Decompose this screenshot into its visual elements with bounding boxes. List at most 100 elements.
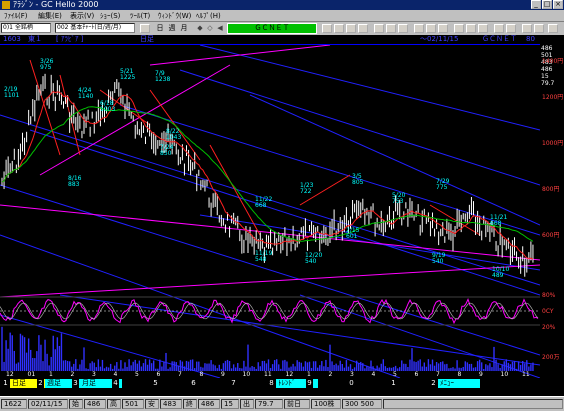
tool-icon-12[interactable] — [466, 24, 476, 33]
market-select[interactable]: 0)1 全銘柄 — [1, 23, 51, 33]
x-axis-label: 9 — [479, 371, 483, 378]
tool-icon-17[interactable] — [534, 24, 544, 33]
status-unit: 100株 — [311, 399, 341, 409]
y-label-600: 600円 — [542, 232, 560, 239]
status-volume-label: 出 — [240, 399, 254, 409]
price-annotation-value: 540 — [305, 258, 317, 265]
tool-icon-16[interactable] — [522, 24, 532, 33]
trend-line-blue — [179, 69, 541, 186]
menu-edit[interactable]: 編集(E) — [38, 10, 62, 22]
y-label-80pct: 80% — [542, 292, 556, 299]
function-key-number: 1 — [2, 379, 9, 388]
status-range: 300 500 — [342, 399, 382, 409]
menu-file[interactable]: ﾌｧｲﾙ(F) — [4, 10, 28, 22]
header-suffix: 80 — [526, 35, 535, 43]
month-button[interactable]: 月 — [179, 23, 189, 33]
window-title: ｱﾗｼﾞﾝ - GC Hello 2000 — [13, 0, 99, 9]
chart-type-select[interactable]: 002 基本ﾁｬｰﾄ(日/週/月) — [55, 23, 135, 33]
gcnet-button[interactable]: ＧＣＮＥＴ — [227, 23, 317, 34]
title-bar: ｱﾗｼﾞﾝ - GC Hello 2000 _ □ × — [0, 0, 564, 10]
menu-show[interactable]: ｼｮｰ(S) — [100, 10, 120, 22]
status-blank — [383, 399, 563, 409]
x-axis-label: 6 — [415, 371, 419, 378]
tool-icon-4[interactable] — [358, 24, 368, 33]
close-button[interactable]: × — [553, 0, 563, 9]
trend-line-magenta — [39, 64, 231, 176]
x-axis-label: 5 — [135, 371, 139, 378]
tool-icon-3[interactable] — [346, 24, 356, 33]
function-key-number: 0 — [348, 379, 355, 388]
x-axis-label: 12 — [6, 371, 14, 378]
price-annotation-value: 1238 — [155, 76, 170, 83]
tool-icon-15[interactable] — [506, 24, 516, 33]
tool-icon-8[interactable] — [414, 24, 424, 33]
status-date: 02/11/15 — [28, 399, 68, 409]
function-key-number: 2 — [37, 379, 44, 388]
price-annotation-value: 722 — [300, 188, 312, 195]
x-axis-label: 1 — [49, 371, 53, 378]
price-annotation-value: 668 — [490, 220, 502, 227]
price-annotation-value: 975 — [40, 64, 52, 71]
toolbar: 0)1 全銘柄 002 基本ﾁｬｰﾄ(日/週/月) 日 週 月 ◆ ◇ ◀ ＧＣ… — [0, 22, 564, 35]
x-axis-label: 3 — [350, 371, 354, 378]
status-close-label: 終 — [183, 399, 197, 409]
status-high-label: 高 — [107, 399, 121, 409]
nav-left-icon[interactable]: ◀ — [216, 23, 224, 33]
menu-window[interactable]: ｳｨﾝﾄﾞｳ(W) — [158, 10, 191, 22]
price-annotation-value: 883 — [68, 181, 80, 188]
tool-icon-1[interactable] — [322, 24, 332, 33]
menu-view[interactable]: 表示(V) — [70, 10, 94, 22]
nav-prev-icon[interactable]: ◇ — [206, 23, 214, 33]
status-open: 486 — [84, 399, 106, 409]
tool-icon-10[interactable] — [438, 24, 448, 33]
trend-line-blue — [249, 94, 541, 226]
function-key-label: ﾒﾆｭｰ — [438, 379, 480, 388]
chart-kind: 日足 — [140, 35, 154, 43]
price-annotation-value: 601 — [346, 233, 358, 240]
status-change: 15 — [221, 399, 239, 409]
tool-icon-11[interactable] — [454, 24, 464, 33]
status-bar: 1622 02/11/15 始 486 高 501 安 483 終 486 15… — [0, 396, 564, 411]
tool-icon-6[interactable] — [386, 24, 396, 33]
price-chart[interactable]: 2/1911013/269754/2411405/2112257/912386/… — [0, 35, 541, 379]
nav-first-icon[interactable]: ◆ — [196, 23, 204, 33]
tool-icon-18[interactable] — [548, 24, 558, 33]
menu-help[interactable]: ﾍﾙﾌﾟ(H) — [196, 10, 221, 22]
tool-icon-2[interactable] — [334, 24, 344, 33]
function-key-number: 9 — [306, 379, 313, 388]
y-label-20pct: 20% — [542, 324, 556, 331]
price-annotation-value: 753 — [392, 198, 404, 205]
tool-icon-13[interactable] — [478, 24, 488, 33]
value-c: 15 — [541, 73, 549, 80]
value-pct: 79.7 — [541, 80, 555, 87]
function-key-number: 3 — [72, 379, 79, 388]
tool-icon-9[interactable] — [426, 24, 436, 33]
chart-area[interactable]: 2/19 1101 3/26 975 4/24 1140 5/21 1225 7/9 1238 6/… — [0, 35, 564, 379]
price-annotation-value: 805 — [352, 179, 364, 186]
tool-icon-7[interactable] — [398, 24, 408, 33]
price-annotation-value: 1101 — [4, 92, 19, 99]
maximize-button[interactable]: □ — [542, 0, 552, 9]
tool-icon-14[interactable] — [494, 24, 504, 33]
x-axis-label: 4 — [114, 371, 118, 378]
function-key-12[interactable]: 2 ﾒﾆｭｰ — [430, 379, 480, 388]
menu-tools[interactable]: ﾂｰﾙ(T) — [130, 10, 150, 22]
minimize-button[interactable]: _ — [531, 0, 541, 9]
x-axis-label: 3 — [92, 371, 96, 378]
x-axis-label: 7 — [436, 371, 440, 378]
week-button[interactable]: 週 — [167, 23, 177, 33]
status-low: 483 — [160, 399, 182, 409]
day-button[interactable]: 日 — [155, 23, 165, 33]
price-annotation-value: 540 — [432, 258, 444, 265]
y-label-volume: 200万 — [542, 354, 560, 361]
chart-icon[interactable] — [140, 24, 150, 33]
tool-icon-5[interactable] — [374, 24, 384, 33]
price-annotation-value: 1225 — [120, 74, 135, 81]
y-label-1400: 1400円 — [542, 58, 564, 65]
menu-bar: ﾌｧｲﾙ(F) 編集(E) 表示(V) ｼｮｰ(S) ﾂｰﾙ(T) ｳｨﾝﾄﾞｳ… — [0, 10, 564, 22]
moving-average-long — [1, 106, 534, 242]
price-annotation-value: 489 — [492, 272, 504, 279]
x-axis-label: 5 — [393, 371, 397, 378]
function-key-number: 2 — [430, 379, 437, 388]
value-n: 486 — [541, 45, 553, 52]
